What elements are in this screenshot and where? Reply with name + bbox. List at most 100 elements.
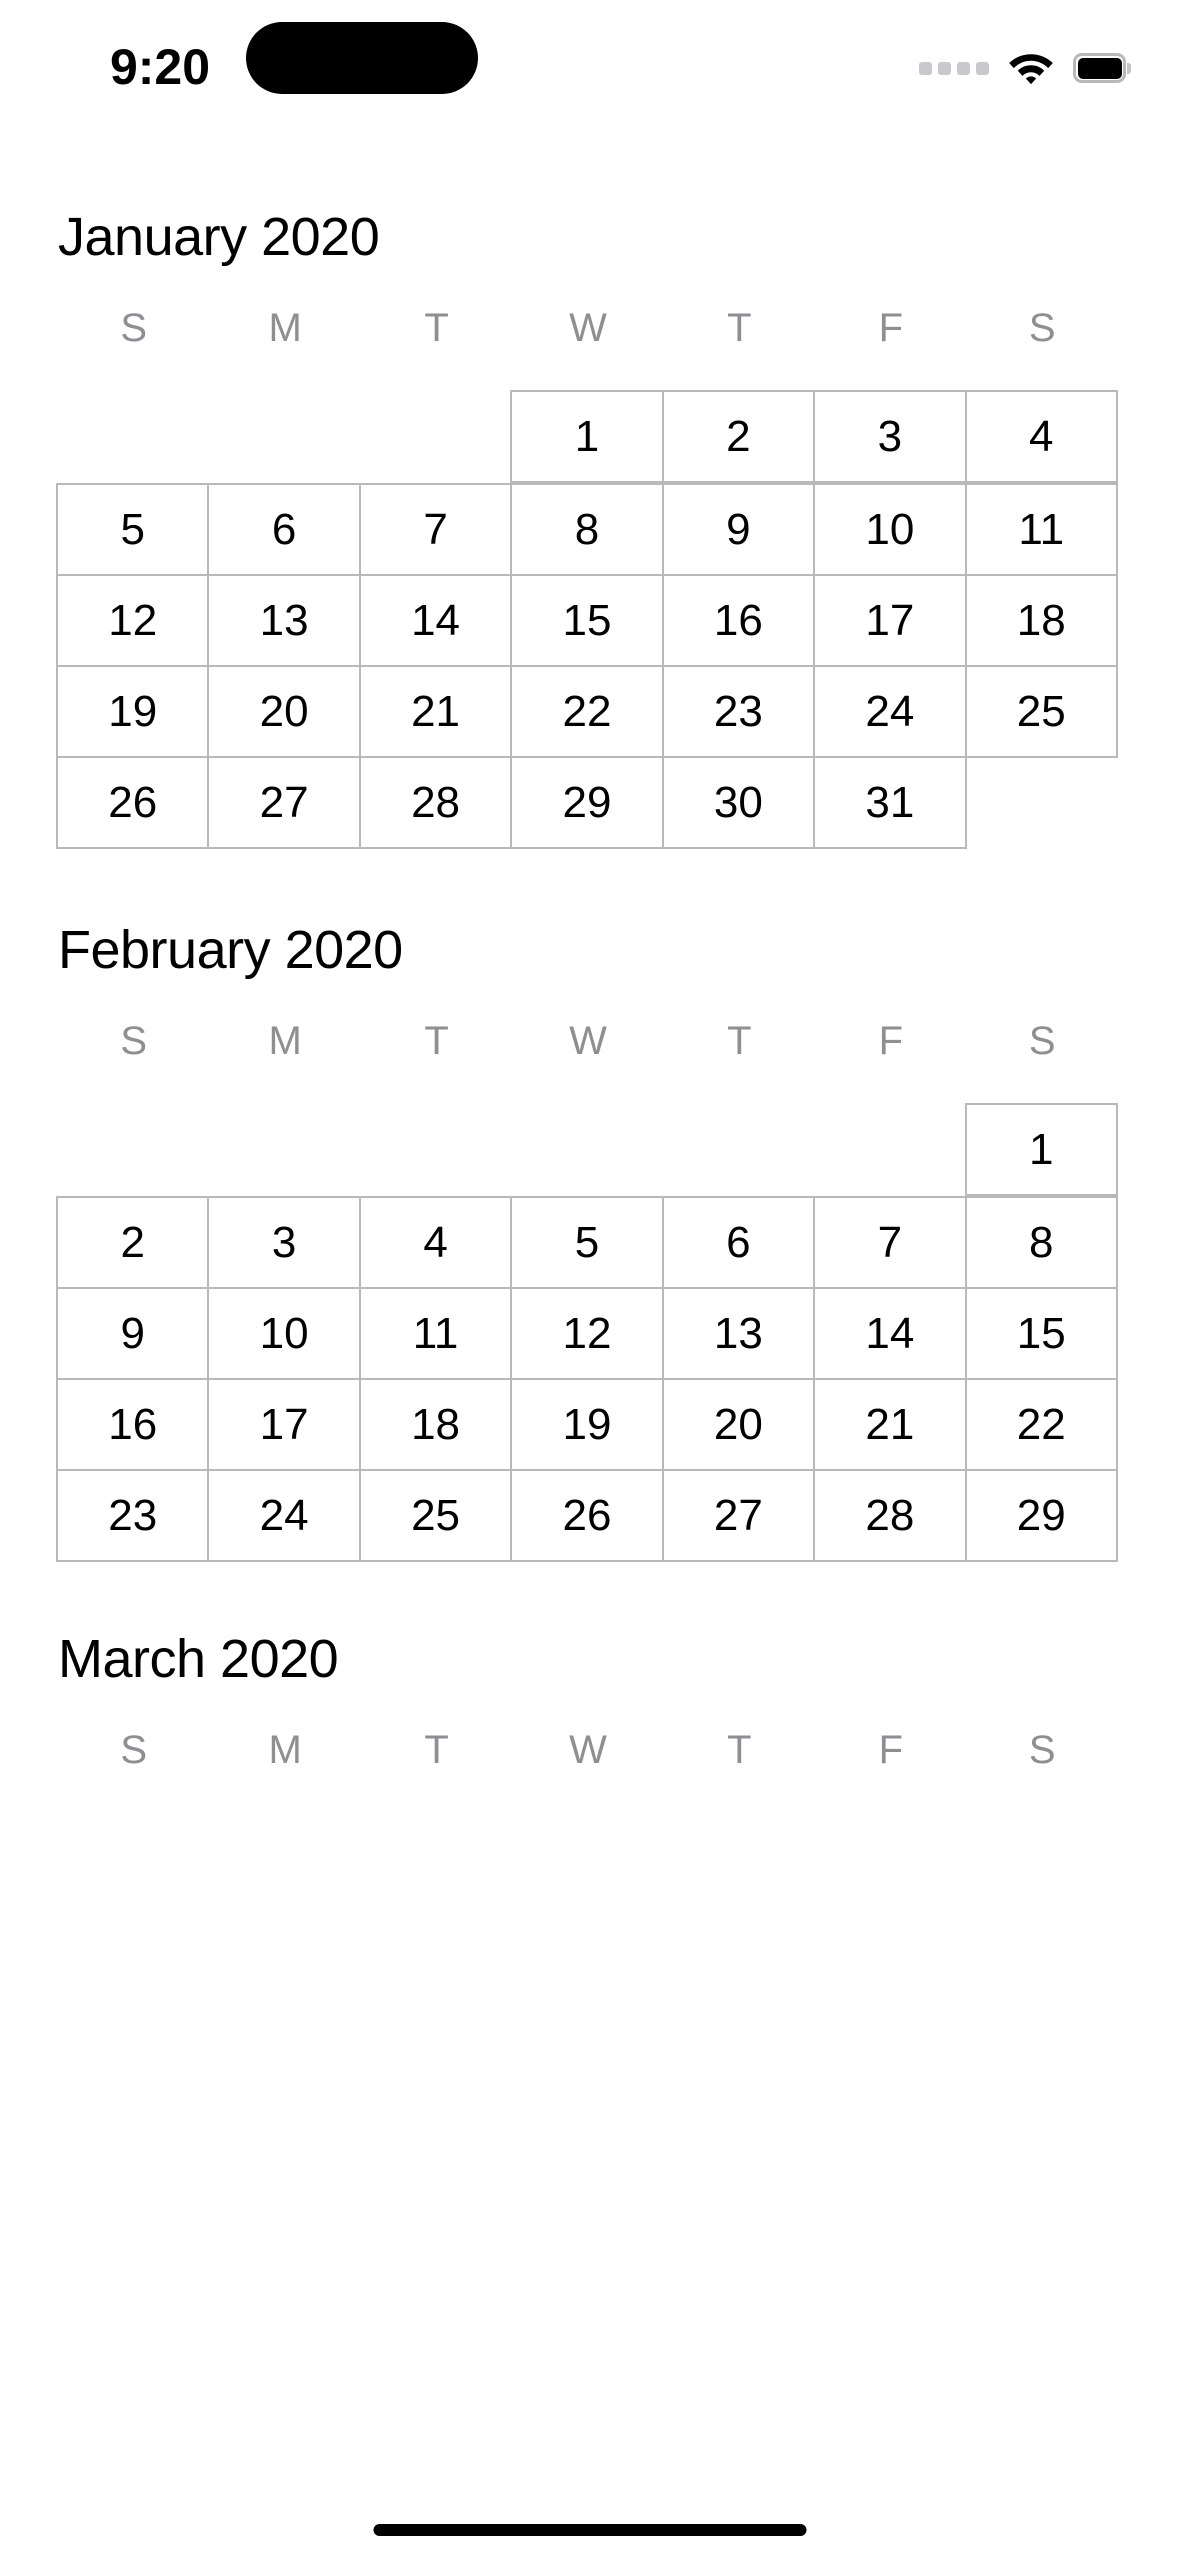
month-section-february: February 2020 S M T W T F S 1 2 3 4 5 6 7 8 9 10 1… <box>0 851 1179 1562</box>
month-title: March 2020 <box>58 1629 339 1689</box>
day-cell[interactable]: 17 <box>207 1378 361 1471</box>
day-cell[interactable]: 19 <box>510 1378 664 1471</box>
day-cell[interactable]: 13 <box>661 1287 816 1380</box>
month-section-january: January 2020 S M T W T F S 1 2 3 4 5 6 7 8 9 10 11… <box>0 140 1179 851</box>
day-cell[interactable]: 10 <box>813 483 967 576</box>
weekday-label: S <box>120 306 148 350</box>
day-cell[interactable]: 6 <box>661 1196 816 1289</box>
weekday-label: S <box>120 1019 148 1063</box>
day-cell[interactable]: 23 <box>56 1469 210 1562</box>
weekday-header-row: S M T W T F S <box>58 1021 1118 1061</box>
day-cell[interactable]: 27 <box>207 756 361 849</box>
day-cell-empty <box>967 758 1118 851</box>
days-grid[interactable]: 1 2 3 4 5 6 7 8 9 10 11 12 13 14 15 16 17 18 19 20 21 22 23 24 2… <box>56 390 1118 851</box>
day-cell[interactable]: 1 <box>964 1103 1118 1196</box>
weekday-label: T <box>424 1728 449 1772</box>
day-cell[interactable]: 30 <box>661 756 816 849</box>
day-cell[interactable]: 2 <box>56 1196 210 1289</box>
day-cell[interactable]: 8 <box>964 1196 1118 1289</box>
day-cell[interactable]: 20 <box>661 1378 816 1471</box>
day-cell-empty <box>58 1105 209 1198</box>
day-cell[interactable]: 19 <box>56 665 210 758</box>
day-cell-empty <box>58 392 209 485</box>
day-cell[interactable]: 16 <box>56 1378 210 1471</box>
month-title: January 2020 <box>58 207 380 267</box>
weekday-label: T <box>727 1019 752 1063</box>
day-cell[interactable]: 9 <box>56 1287 210 1380</box>
day-cell[interactable]: 22 <box>964 1378 1118 1471</box>
signal-dots-icon <box>919 61 989 75</box>
day-cell[interactable]: 24 <box>813 665 967 758</box>
calendar-month-list[interactable]: January 2020 S M T W T F S 1 2 3 4 5 6 7 8 9 10 11… <box>0 140 1179 1814</box>
day-cell[interactable]: 18 <box>358 1378 513 1471</box>
day-cell[interactable]: 21 <box>813 1378 967 1471</box>
day-cell[interactable]: 21 <box>358 665 513 758</box>
weekday-label: F <box>878 1728 904 1772</box>
weekday-label: S <box>120 1728 148 1772</box>
day-cell[interactable]: 25 <box>964 665 1118 758</box>
day-cell[interactable]: 11 <box>358 1287 513 1380</box>
day-cell-empty <box>361 1105 512 1198</box>
weekday-label: F <box>878 1019 904 1063</box>
day-cell[interactable]: 12 <box>56 574 210 667</box>
weekday-label: S <box>1028 1728 1056 1772</box>
day-cell[interactable]: 6 <box>207 483 361 576</box>
calendar-screen: 9:20 January 2020 S M T W T F S 1 2 3 4 … <box>0 0 1179 2556</box>
day-cell[interactable]: 29 <box>964 1469 1118 1562</box>
weekday-label: W <box>569 1728 607 1772</box>
day-cell-empty <box>512 1105 663 1198</box>
day-cell[interactable]: 3 <box>813 390 967 483</box>
weekday-label: W <box>569 1019 607 1063</box>
day-cell[interactable]: 26 <box>56 756 210 849</box>
day-cell[interactable]: 10 <box>207 1287 361 1380</box>
day-cell[interactable]: 22 <box>510 665 664 758</box>
weekday-label: W <box>569 306 607 350</box>
day-cell[interactable]: 1 <box>510 390 664 483</box>
weekday-label: T <box>424 306 449 350</box>
day-cell[interactable]: 14 <box>358 574 513 667</box>
day-cell[interactable]: 5 <box>510 1196 664 1289</box>
weekday-header-row: S M T W T F S <box>58 308 1118 348</box>
home-indicator[interactable] <box>373 2524 806 2536</box>
day-cell[interactable]: 3 <box>207 1196 361 1289</box>
weekday-label: T <box>727 306 752 350</box>
day-cell[interactable]: 26 <box>510 1469 664 1562</box>
day-cell[interactable]: 16 <box>661 574 816 667</box>
day-cell[interactable]: 28 <box>813 1469 967 1562</box>
day-cell[interactable]: 13 <box>207 574 361 667</box>
day-cell[interactable]: 20 <box>207 665 361 758</box>
weekday-label: S <box>1028 1019 1056 1063</box>
weekday-label: S <box>1028 306 1056 350</box>
weekday-label: T <box>424 1019 449 1063</box>
day-cell[interactable]: 15 <box>964 1287 1118 1380</box>
day-cell-empty <box>664 1105 815 1198</box>
day-cell[interactable]: 12 <box>510 1287 664 1380</box>
day-cell[interactable]: 24 <box>207 1469 361 1562</box>
day-cell[interactable]: 2 <box>661 390 816 483</box>
day-cell[interactable]: 17 <box>813 574 967 667</box>
day-cell-empty <box>815 1105 966 1198</box>
weekday-label: F <box>878 306 904 350</box>
day-cell[interactable]: 4 <box>964 390 1118 483</box>
day-cell[interactable]: 23 <box>661 665 816 758</box>
day-cell[interactable]: 28 <box>358 756 513 849</box>
battery-icon <box>1073 53 1131 83</box>
day-cell[interactable]: 25 <box>358 1469 513 1562</box>
day-cell[interactable]: 9 <box>661 483 816 576</box>
day-cell-empty <box>209 1105 360 1198</box>
month-title: February 2020 <box>58 920 403 980</box>
day-cell[interactable]: 31 <box>813 756 967 849</box>
day-cell[interactable]: 27 <box>661 1469 816 1562</box>
day-cell[interactable]: 14 <box>813 1287 967 1380</box>
day-cell[interactable]: 7 <box>358 483 513 576</box>
day-cell[interactable]: 11 <box>964 483 1118 576</box>
days-grid[interactable]: 1 2 3 4 5 6 7 8 9 10 11 12 13 14 15 16 17 18 19 20 21 22 23 24 2… <box>56 1103 1118 1562</box>
day-cell[interactable]: 8 <box>510 483 664 576</box>
wifi-icon <box>1008 51 1054 85</box>
day-cell[interactable]: 15 <box>510 574 664 667</box>
day-cell[interactable]: 5 <box>56 483 210 576</box>
day-cell[interactable]: 4 <box>358 1196 513 1289</box>
day-cell[interactable]: 18 <box>964 574 1118 667</box>
day-cell[interactable]: 29 <box>510 756 664 849</box>
day-cell[interactable]: 7 <box>813 1196 967 1289</box>
